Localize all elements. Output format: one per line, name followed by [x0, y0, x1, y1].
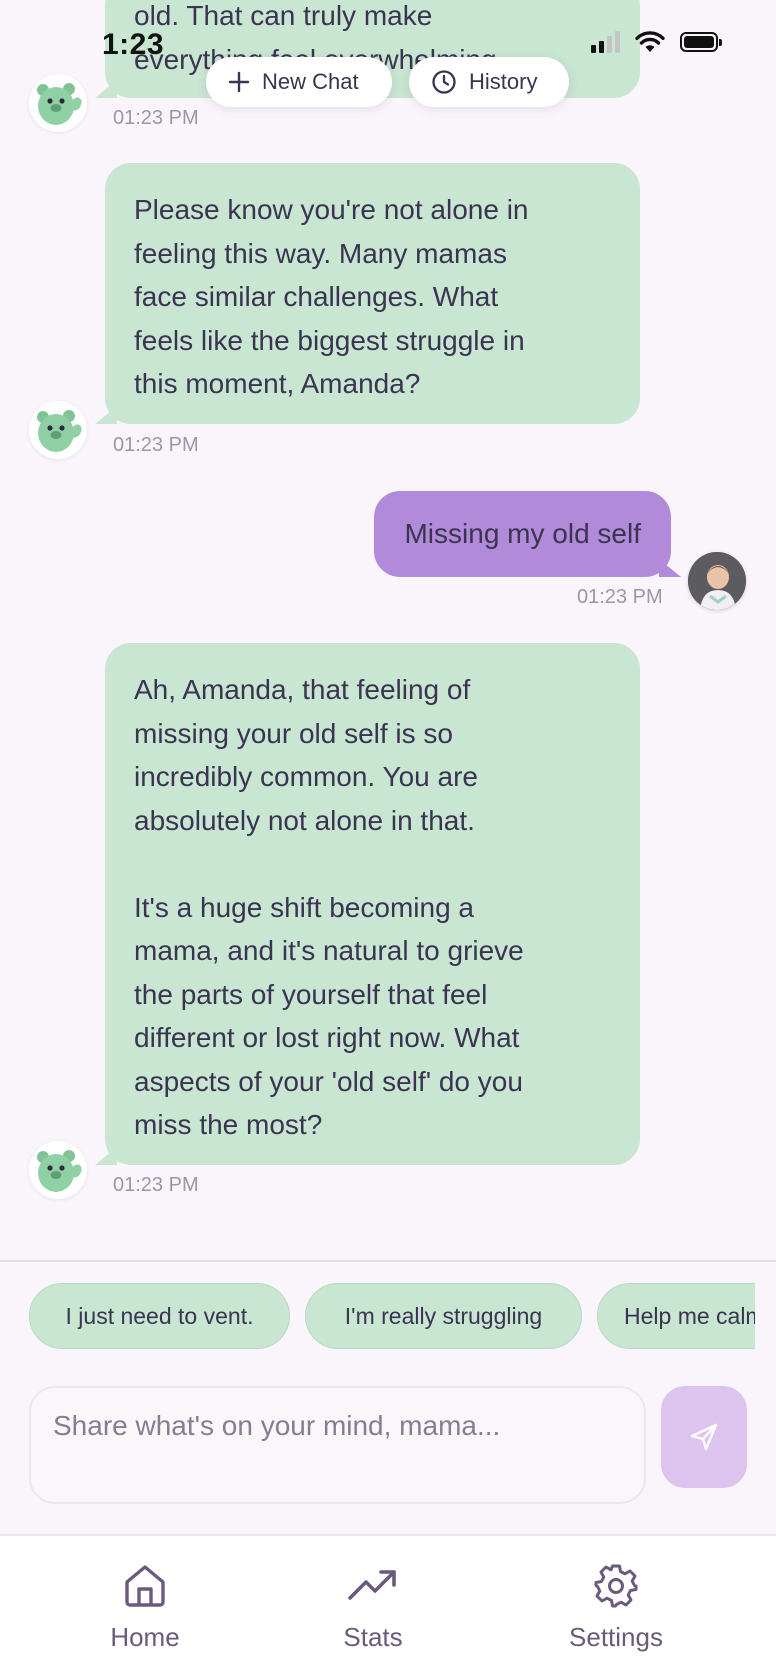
bottom-nav: Home Stats Settings: [0, 1534, 776, 1680]
trending-up-icon: [348, 1570, 396, 1600]
bear-avatar: [29, 1141, 87, 1199]
history-button[interactable]: History: [409, 57, 569, 107]
quick-reply-chip[interactable]: I just need to vent.: [29, 1283, 290, 1349]
message-input[interactable]: Share what's on your mind, mama...: [29, 1386, 646, 1504]
gear-icon: [594, 1564, 638, 1608]
new-chat-button[interactable]: New Chat: [206, 57, 392, 107]
composer-divider: [0, 1260, 776, 1262]
bot-message: Ah, Amanda, that feeling of missing your…: [105, 643, 640, 1165]
status-icons: [591, 30, 722, 54]
user-avatar: [688, 552, 746, 610]
nav-stats[interactable]: Stats: [283, 1562, 463, 1653]
send-icon: [690, 1423, 718, 1451]
message-time: 01:23 PM: [113, 1174, 199, 1196]
bear-avatar: [29, 401, 87, 459]
nav-home-label: Home: [110, 1622, 180, 1652]
nav-settings[interactable]: Settings: [526, 1562, 706, 1653]
wifi-icon: [635, 31, 665, 52]
send-button[interactable]: [661, 1386, 747, 1488]
status-time: 1:23: [102, 28, 165, 61]
signal-icon: [591, 31, 620, 53]
chat-area[interactable]: 1:23 old. That can truly make everything…: [0, 0, 776, 1260]
home-icon: [125, 1565, 165, 1607]
quick-replies[interactable]: I just need to vent. I'm really struggli…: [29, 1283, 755, 1351]
message-time: 01:23 PM: [577, 586, 663, 608]
bot-message: Please know you're not alone in feeling …: [105, 163, 640, 424]
nav-stats-label: Stats: [343, 1622, 403, 1652]
history-label: History: [469, 69, 538, 94]
plus-icon: [228, 71, 250, 93]
quick-reply-chip[interactable]: Help me calm down: [597, 1283, 755, 1349]
new-chat-label: New Chat: [262, 69, 359, 94]
battery-icon: [680, 32, 722, 52]
bear-avatar: [29, 74, 87, 132]
quick-reply-chip[interactable]: I'm really struggling: [305, 1283, 582, 1349]
message-time: 01:23 PM: [113, 107, 199, 129]
clock-icon: [432, 70, 456, 94]
nav-home[interactable]: Home: [55, 1562, 235, 1653]
user-message: Missing my old self: [374, 491, 671, 577]
nav-settings-label: Settings: [569, 1622, 663, 1652]
message-time: 01:23 PM: [113, 434, 199, 456]
